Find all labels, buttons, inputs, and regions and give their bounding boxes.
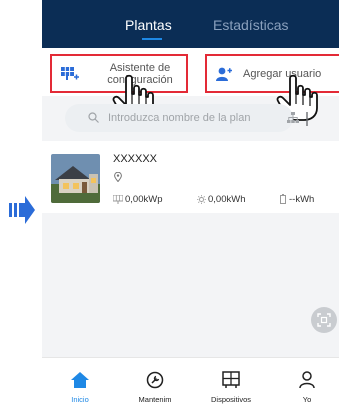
nav-mantenim-label: Mantenim (138, 395, 172, 404)
sun-icon (197, 195, 206, 204)
plant-name: XXXXXX (113, 153, 158, 165)
search-placeholder: Introduzca nombre de la plan (108, 112, 251, 124)
search-row: Introduzca nombre de la plan (42, 104, 339, 134)
bottom-navigation: Inicio Mantenim Dispositivos Yo (42, 357, 339, 411)
scan-button[interactable] (311, 307, 337, 333)
home-icon (71, 372, 89, 388)
nav-inicio[interactable]: Inicio (50, 358, 110, 411)
nav-inicio-label: Inicio (71, 395, 89, 404)
nav-dispositivos[interactable]: Dispositivos (201, 358, 261, 411)
devices-icon (222, 371, 240, 388)
quick-actions-bar: Asistente de configuración Agregar usuar… (42, 48, 339, 121)
solar-capacity-icon (113, 195, 123, 204)
search-icon (88, 112, 99, 123)
solar-panel-icon (61, 67, 79, 80)
plant-battery-value: --kWh (289, 194, 315, 205)
nav-yo-label: Yo (302, 395, 312, 404)
add-user-icon (216, 67, 232, 81)
location-icon (114, 172, 122, 182)
arrow-right-icon (9, 196, 35, 224)
user-icon (299, 371, 315, 389)
filter-icon[interactable] (305, 112, 309, 126)
nav-dispositivos-label: Dispositivos (210, 395, 251, 404)
phone-screen: Plantas Estadísticas Asistente de config… (42, 0, 339, 411)
scan-icon (317, 313, 331, 327)
nav-yo[interactable]: Yo (277, 358, 337, 411)
plant-capacity-value: 0,00kWp (125, 194, 163, 205)
plant-energy-value: 0,00kWh (208, 194, 246, 205)
top-tab-bar: Plantas Estadísticas (42, 0, 339, 48)
tab-estadisticas[interactable]: Estadísticas (213, 17, 288, 33)
tab-plantas[interactable]: Plantas (125, 17, 172, 33)
nav-mantenim[interactable]: Mantenim (125, 358, 185, 411)
active-tab-indicator (142, 38, 162, 40)
maintenance-icon (146, 371, 164, 389)
battery-icon (280, 194, 286, 204)
screenshot-frame: Plantas Estadísticas Asistente de config… (0, 0, 339, 411)
plant-list-item[interactable]: XXXXXX 0,00kWp 0,00kWh --kWh (42, 141, 339, 213)
search-input[interactable]: Introduzca nombre de la plan (65, 104, 299, 132)
hierarchy-icon (287, 112, 299, 123)
plant-house-image (51, 154, 100, 203)
